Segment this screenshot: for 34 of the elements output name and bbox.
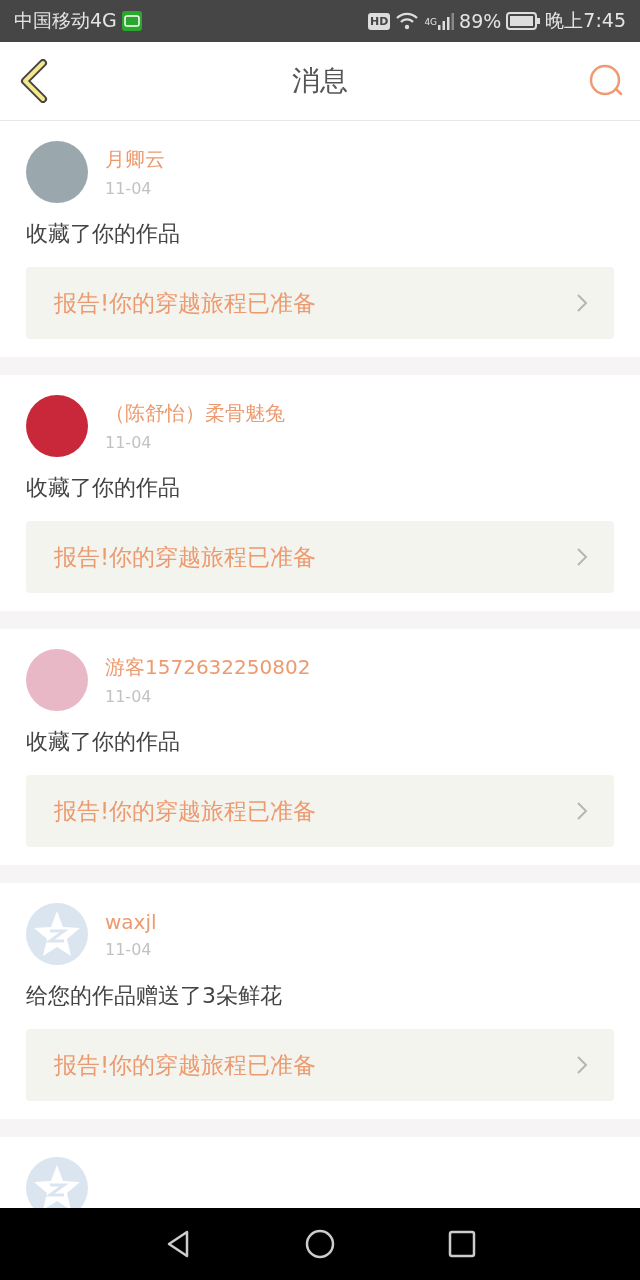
message-text: 收藏了你的作品 [26,474,181,502]
work-link[interactable]: 报告!你的穿越旅程已准备 [26,521,614,593]
work-link[interactable]: 报告!你的穿越旅程已准备 [26,1029,614,1101]
carrier-label: 中国移动4G [14,8,117,33]
message-text: 收藏了你的作品 [26,728,181,756]
user-name[interactable]: waxjl [105,909,157,934]
message-text: 给您的作品赠送了3朵鲜花 [26,982,283,1010]
network-label: 4G [424,17,438,27]
user-name[interactable]: （陈舒怡）柔骨魅兔 [105,400,285,427]
work-link[interactable]: 报告!你的穿越旅程已准备 [26,267,614,339]
chevron-right-icon [576,547,588,567]
message-date: 11-04 [105,433,153,452]
user-name[interactable]: 月卿云 [105,146,165,173]
signal-icon [438,12,455,30]
chevron-right-icon [576,1055,588,1075]
page-title: 消息 [292,63,348,99]
work-link[interactable]: 报告!你的穿越旅程已准备 [26,775,614,847]
hd-badge: HD [368,12,391,30]
message-text: 收藏了你的作品 [26,220,181,248]
clock-time: 晚上7:45 [545,8,626,33]
recent-apps-icon[interactable] [447,1229,477,1259]
message-date: 11-04 [105,179,153,198]
user-name[interactable]: 游客1572632250802 [105,654,311,681]
app-notification-icon [121,11,142,31]
chevron-right-icon [576,293,588,313]
back-chevron-icon [19,59,49,103]
message-date: 11-04 [105,687,153,706]
battery-percentage: 89% [459,10,502,32]
message-date: 11-04 [105,939,153,959]
avatar-photo-placeholder[interactable] [26,395,88,457]
wifi-icon [395,12,420,30]
home-icon[interactable] [305,1229,335,1259]
chevron-right-icon [576,801,588,821]
battery-icon [506,12,541,30]
